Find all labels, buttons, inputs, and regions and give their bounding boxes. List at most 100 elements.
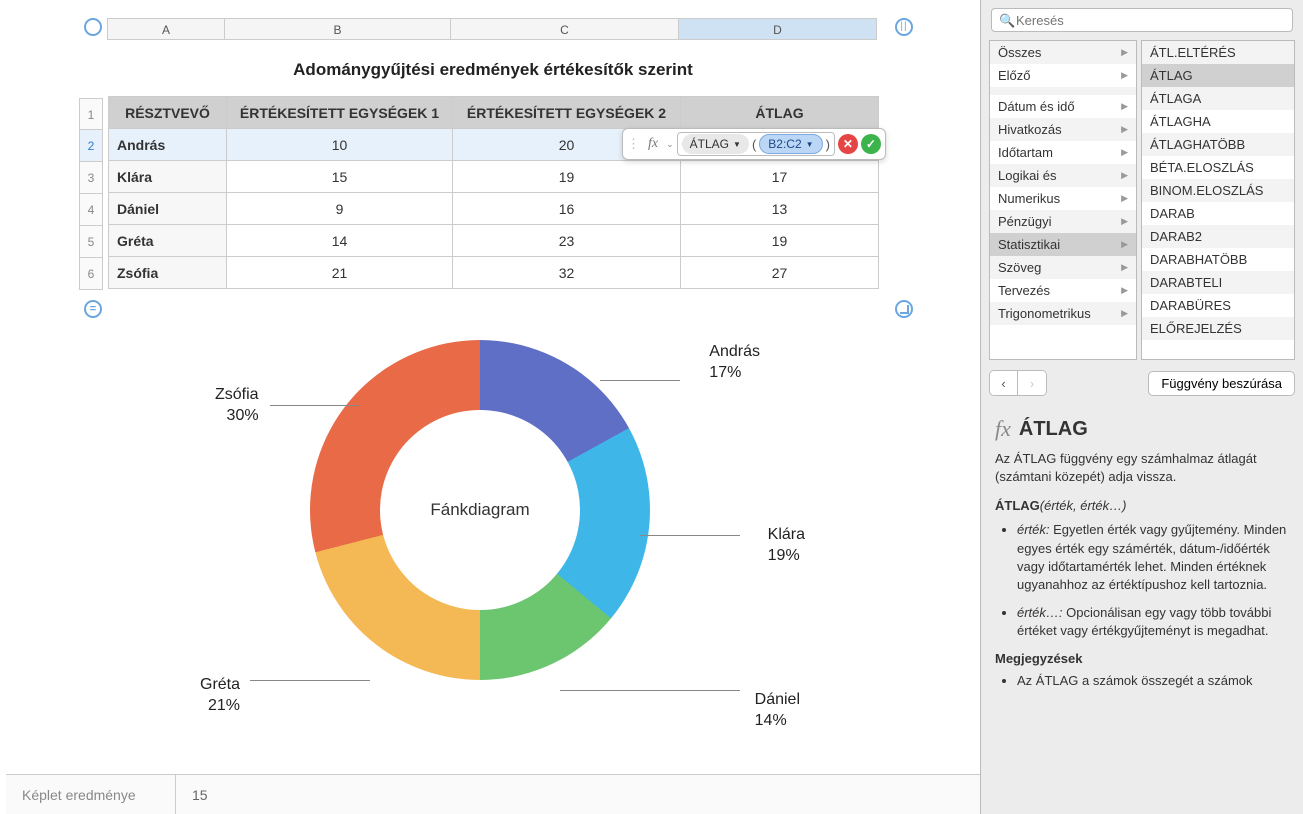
category-item[interactable]: Pénzügyi▶: [990, 210, 1136, 233]
category-item[interactable]: Trigonometrikus▶: [990, 302, 1136, 325]
cell-name[interactable]: Zsófia: [109, 257, 227, 289]
function-item[interactable]: BÉTA.ELOSZLÁS: [1142, 156, 1294, 179]
cell[interactable]: 32: [453, 257, 681, 289]
row-header-6[interactable]: 6: [79, 258, 103, 290]
cell[interactable]: 15: [227, 161, 453, 193]
chevron-right-icon: ▶: [1121, 193, 1128, 204]
function-item[interactable]: ÁTLAGHATÖBB: [1142, 133, 1294, 156]
col-header-b[interactable]: B: [225, 18, 451, 40]
header-participant[interactable]: RÉSZTVEVŐ: [109, 97, 227, 129]
cell[interactable]: 17: [681, 161, 879, 193]
category-list[interactable]: Összes▶ Előző▶ Dátum és idő▶ Hivatkozás▶…: [989, 40, 1137, 360]
insert-function-button[interactable]: Függvény beszúrása: [1148, 371, 1295, 396]
cell[interactable]: 27: [681, 257, 879, 289]
help-title: fx ÁTLAG: [995, 416, 1289, 442]
drag-handle-icon[interactable]: ⋮: [627, 136, 640, 152]
cell[interactable]: 16: [453, 193, 681, 225]
nav-back-button[interactable]: ‹: [990, 371, 1018, 395]
function-list[interactable]: ÁTL.ELTÉRÉS ÁTLAG ÁTLAGA ÁTLAGHA ÁTLAGHA…: [1141, 40, 1295, 360]
col-header-a[interactable]: A: [107, 18, 225, 40]
table-corner-handle-br[interactable]: [895, 300, 913, 318]
cell[interactable]: 14: [227, 225, 453, 257]
header-average[interactable]: ÁTLAG: [681, 97, 879, 129]
category-item[interactable]: Szöveg▶: [990, 256, 1136, 279]
function-item[interactable]: DARAB2: [1142, 225, 1294, 248]
table-row: Gréta 14 23 19: [109, 225, 879, 257]
category-item[interactable]: Időtartam▶: [990, 141, 1136, 164]
category-item[interactable]: Statisztikai▶: [990, 233, 1136, 256]
cell[interactable]: 13: [681, 193, 879, 225]
row-header-4[interactable]: 4: [79, 194, 103, 226]
function-item[interactable]: ÁTLAGA: [1142, 87, 1294, 110]
category-item[interactable]: Összes▶: [990, 41, 1136, 64]
cell-name[interactable]: András: [109, 129, 227, 161]
chart-label: András17%: [709, 342, 760, 384]
chevron-right-icon: ▶: [1121, 216, 1128, 227]
cell-name[interactable]: Gréta: [109, 225, 227, 257]
cancel-formula-button[interactable]: ✕: [838, 134, 858, 154]
leader-line: [560, 690, 740, 691]
chevron-down-icon: ▼: [733, 140, 741, 149]
function-item[interactable]: DARAB: [1142, 202, 1294, 225]
function-item[interactable]: DARABTELI: [1142, 271, 1294, 294]
row-header-2[interactable]: 2: [79, 130, 103, 162]
add-row-handle[interactable]: =: [84, 300, 102, 318]
status-label: Képlet eredménye: [6, 775, 176, 814]
add-column-handle[interactable]: ||: [895, 18, 913, 36]
formula-editor[interactable]: ⋮ fx ⌄ ÁTLAG▼ ( B2:C2▼ ) ✕ ✓: [622, 128, 886, 160]
chevron-right-icon: ▶: [1121, 308, 1128, 319]
fx-icon: fx: [643, 136, 663, 152]
category-item[interactable]: Numerikus▶: [990, 187, 1136, 210]
leader-line: [270, 405, 360, 406]
cell[interactable]: 21: [227, 257, 453, 289]
category-item[interactable]: Tervezés▶: [990, 279, 1136, 302]
cell[interactable]: 19: [453, 161, 681, 193]
donut-ring: Fánkdiagram: [310, 340, 650, 680]
row-header-5[interactable]: 5: [79, 226, 103, 258]
search-input[interactable]: [991, 8, 1293, 32]
row-header-1[interactable]: 1: [79, 98, 103, 130]
help-nav: ‹ ›: [989, 370, 1047, 396]
function-item[interactable]: ÁTL.ELTÉRÉS: [1142, 41, 1294, 64]
help-arg: érték: Egyetlen érték vagy gyűjtemény. M…: [1017, 521, 1289, 594]
function-item[interactable]: BINOM.ELOSZLÁS: [1142, 179, 1294, 202]
col-header-d[interactable]: D: [679, 18, 877, 40]
cell-name[interactable]: Dániel: [109, 193, 227, 225]
function-item[interactable]: DARABÜRES: [1142, 294, 1294, 317]
cell-name[interactable]: Klára: [109, 161, 227, 193]
status-bar: Képlet eredménye 15: [6, 774, 980, 814]
cell[interactable]: 23: [453, 225, 681, 257]
cell[interactable]: 9: [227, 193, 453, 225]
row-header-3[interactable]: 3: [79, 162, 103, 194]
category-item[interactable]: Dátum és idő▶: [990, 95, 1136, 118]
function-item[interactable]: ELŐREJELZÉS: [1142, 317, 1294, 340]
function-item[interactable]: ÁTLAGHA: [1142, 110, 1294, 133]
category-item[interactable]: Előző▶: [990, 64, 1136, 87]
chevron-right-icon: ▶: [1121, 285, 1128, 296]
cell[interactable]: 10: [227, 129, 453, 161]
fx-dropdown-icon[interactable]: ⌄: [666, 139, 674, 150]
header-units2[interactable]: ÉRTÉKESÍTETT EGYSÉGEK 2: [453, 97, 681, 129]
fx-icon: fx: [995, 416, 1011, 442]
header-units1[interactable]: ÉRTÉKESÍTETT EGYSÉGEK 1: [227, 97, 453, 129]
table-corner-handle-tl[interactable]: [84, 18, 102, 36]
chevron-right-icon: ▶: [1121, 101, 1128, 112]
table-header-row: RÉSZTVEVŐ ÉRTÉKESÍTETT EGYSÉGEK 1 ÉRTÉKE…: [109, 97, 879, 129]
cell[interactable]: 19: [681, 225, 879, 257]
accept-formula-button[interactable]: ✓: [861, 134, 881, 154]
formula-reference-token[interactable]: B2:C2▼: [759, 134, 822, 154]
chart-label: Klára19%: [768, 525, 805, 567]
function-browser-sidebar: 🔍 Összes▶ Előző▶ Dátum és idő▶ Hivatkozá…: [980, 0, 1303, 814]
col-header-c[interactable]: C: [451, 18, 679, 40]
function-item[interactable]: DARABHATÖBB: [1142, 248, 1294, 271]
table-title[interactable]: Adománygyűjtési eredmények értékesítők s…: [108, 60, 878, 80]
nav-forward-button[interactable]: ›: [1018, 371, 1046, 395]
formula-function-token[interactable]: ÁTLAG▼: [682, 134, 749, 154]
category-item[interactable]: Logikai és▶: [990, 164, 1136, 187]
donut-chart[interactable]: Fánkdiagram András17% Klára19% Dániel14%…: [130, 330, 830, 770]
category-item[interactable]: [990, 87, 1136, 95]
category-item[interactable]: Hivatkozás▶: [990, 118, 1136, 141]
data-table: RÉSZTVEVŐ ÉRTÉKESÍTETT EGYSÉGEK 1 ÉRTÉKE…: [108, 96, 879, 289]
formula-input[interactable]: ÁTLAG▼ ( B2:C2▼ ): [677, 132, 835, 156]
function-item[interactable]: ÁTLAG: [1142, 64, 1294, 87]
